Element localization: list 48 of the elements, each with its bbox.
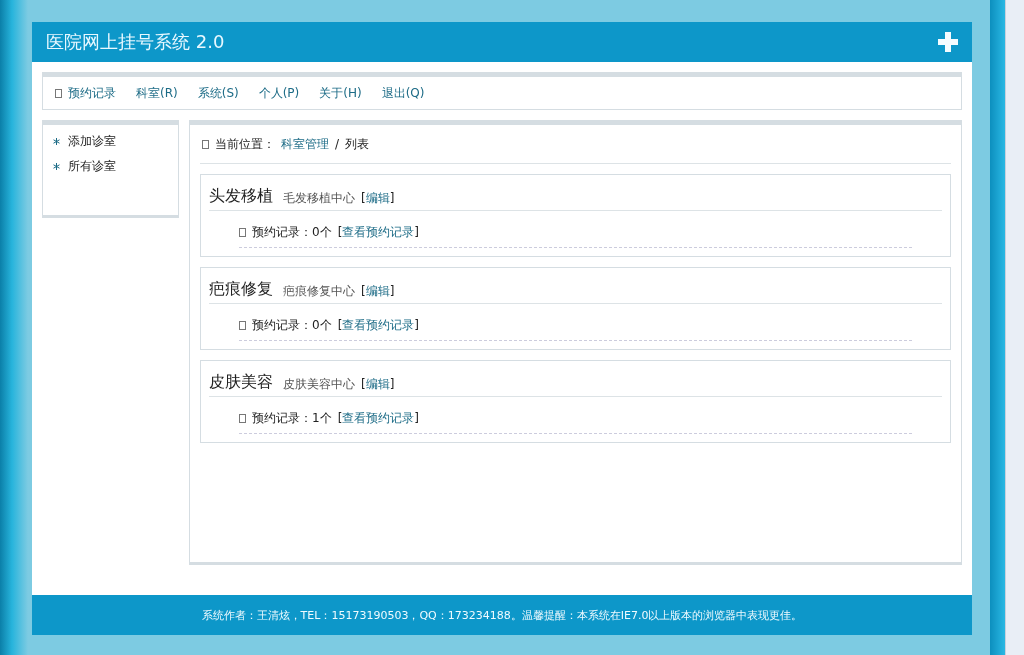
breadcrumb-current: 列表 [345,135,370,153]
sidebar-item[interactable]: 添加诊室 [53,133,168,150]
sidebar-item[interactable]: 所有诊室 [53,158,168,175]
bracket: ] [389,377,395,391]
menu-item[interactable]: 个人(P) [258,84,300,102]
square-icon [239,413,246,423]
plus-icon [938,32,958,52]
bracket: ] [414,224,419,239]
department-name: 皮肤美容 [209,372,273,393]
edit-link[interactable]: 编辑 [365,284,390,298]
menu-item[interactable]: 关于(H) [319,84,362,102]
menu-item[interactable]: 退出(Q) [381,84,425,102]
square-icon [239,227,246,237]
bracket: ] [414,410,419,425]
footer-text: 系统作者：王清炫，TEL：15173190503，QQ：173234188。温馨提醒：本系统在IE7.0以上版本的浏览器中表现更佳。 [201,607,803,623]
bracket: [ [337,410,343,425]
breadcrumb-link[interactable]: 科室管理 [281,135,329,153]
bracket: ] [414,317,419,332]
department-center: 疤痕修复中心 [283,283,355,300]
edit-link[interactable]: 编辑 [365,377,390,391]
view-records-link[interactable]: 查看预约记录 [342,317,415,332]
department-name: 头发移植 [209,186,273,207]
menu-item[interactable]: 系统(S) [197,84,239,102]
menu-item[interactable]: 科室(R) [136,84,178,102]
department-center: 皮肤美容中心 [283,376,355,393]
bracket: ] [389,284,395,298]
department-name: 疤痕修复 [209,279,273,300]
view-records-link[interactable]: 查看预约记录 [342,224,415,239]
breadcrumb-separator: / [335,137,340,151]
view-records-link[interactable]: 查看预约记录 [342,410,415,425]
square-icon [239,320,246,330]
square-icon [202,139,209,149]
bracket: [ [337,224,343,239]
records-count: 预约记录：1个 [252,409,332,427]
breadcrumb-label: 当前位置： [215,135,275,153]
star-icon [53,138,60,145]
bracket: [ [361,191,366,205]
bracket: ] [389,191,395,205]
menu-item[interactable]: 预约记录 [55,84,116,102]
records-count: 预约记录：0个 [252,316,332,334]
bracket: [ [361,377,366,391]
app-title: 医院网上挂号系统 2.0 [46,30,225,54]
records-count: 预约记录：0个 [252,223,332,241]
star-icon [53,163,60,170]
department-center: 毛发移植中心 [283,190,355,207]
bracket: [ [337,317,343,332]
bracket: [ [361,284,366,298]
edit-link[interactable]: 编辑 [365,191,390,205]
